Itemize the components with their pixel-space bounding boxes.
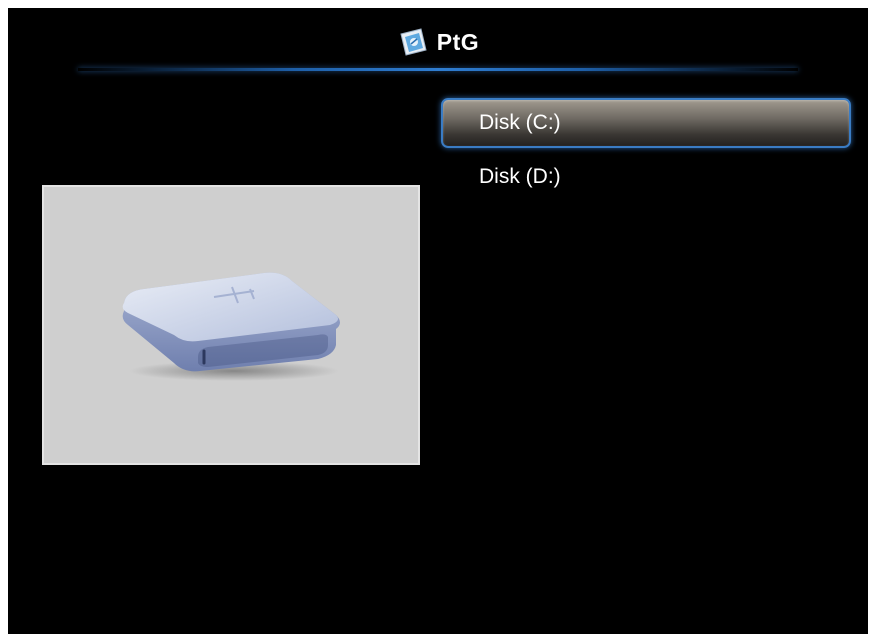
header: PtG xyxy=(8,8,868,78)
drive-preview xyxy=(42,185,420,465)
drive-list: Disk (C:) Disk (D:) xyxy=(441,98,851,206)
drive-label: Disk (C:) xyxy=(479,111,561,134)
title-bar: PtG xyxy=(8,26,868,58)
app-title: PtG xyxy=(436,28,480,55)
drive-label: Disk (D:) xyxy=(479,165,561,188)
drive-item-c[interactable]: Disk (C:) xyxy=(441,98,851,148)
ptg-screen: PtG Disk (C:) Disk (D:) xyxy=(8,8,868,634)
header-divider xyxy=(78,68,798,71)
usb-drive-icon xyxy=(122,272,341,381)
drive-item-d[interactable]: Disk (D:) xyxy=(441,152,851,202)
ptg-app-icon xyxy=(400,28,427,56)
